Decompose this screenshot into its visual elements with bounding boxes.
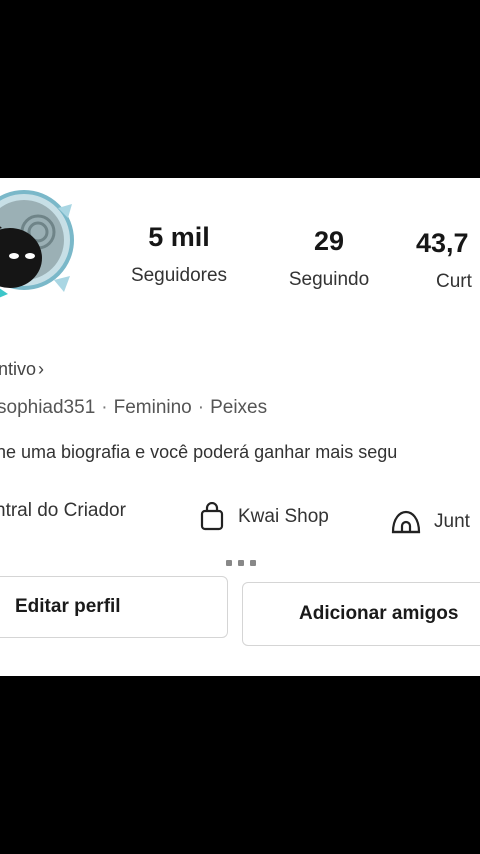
add-friends-button[interactable]: Adicionar amigos xyxy=(242,582,480,646)
likes-label: Curt xyxy=(436,271,472,292)
page-dot xyxy=(226,560,232,566)
page-dot xyxy=(238,560,244,566)
stat-likes[interactable]: 43,7 Curt xyxy=(404,228,480,293)
gender: Feminino xyxy=(113,397,192,418)
dome-icon xyxy=(391,510,421,534)
tool-label: Junt xyxy=(434,511,470,532)
separator: · xyxy=(197,397,205,418)
tool-kwai-shop[interactable]: Kwai Shop xyxy=(198,502,329,532)
edit-profile-button[interactable]: Editar perfil xyxy=(0,576,228,638)
tool-together[interactable]: Junt xyxy=(390,508,470,536)
tool-creator-center[interactable]: ntral do Criador xyxy=(0,500,126,522)
followers-label: Seguidores xyxy=(130,265,228,286)
tool-label: Kwai Shop xyxy=(238,506,329,527)
page-dot xyxy=(250,560,256,566)
likes-count: 43,7 xyxy=(416,228,469,258)
page-indicator xyxy=(226,560,256,566)
chevron-right-icon: › xyxy=(38,359,45,379)
profile-panel: 5 mil Seguidores 29 Seguindo 43,7 Curt n… xyxy=(0,178,480,676)
following-count: 29 xyxy=(313,226,345,256)
zodiac-sign: Peixes xyxy=(210,397,268,418)
username: sophiad351 xyxy=(0,397,96,418)
profile-meta: sophiad351 · Feminino · Peixes xyxy=(0,397,267,419)
avatar[interactable] xyxy=(0,178,80,306)
tool-label: ntral do Criador xyxy=(0,500,126,521)
followers-count: 5 mil xyxy=(148,222,210,252)
stat-following[interactable]: 29 Seguindo xyxy=(268,226,390,291)
following-label: Seguindo xyxy=(288,269,370,290)
incentive-label: ntivo xyxy=(0,359,37,379)
avatar-image xyxy=(0,190,74,298)
bio-prompt[interactable]: ne uma biografia e você poderá ganhar ma… xyxy=(0,442,397,463)
shopping-bag-icon xyxy=(200,502,224,531)
incentive-link[interactable]: ntivo › xyxy=(0,359,44,380)
stat-followers[interactable]: 5 mil Seguidores xyxy=(108,222,250,287)
separator: · xyxy=(101,397,108,418)
